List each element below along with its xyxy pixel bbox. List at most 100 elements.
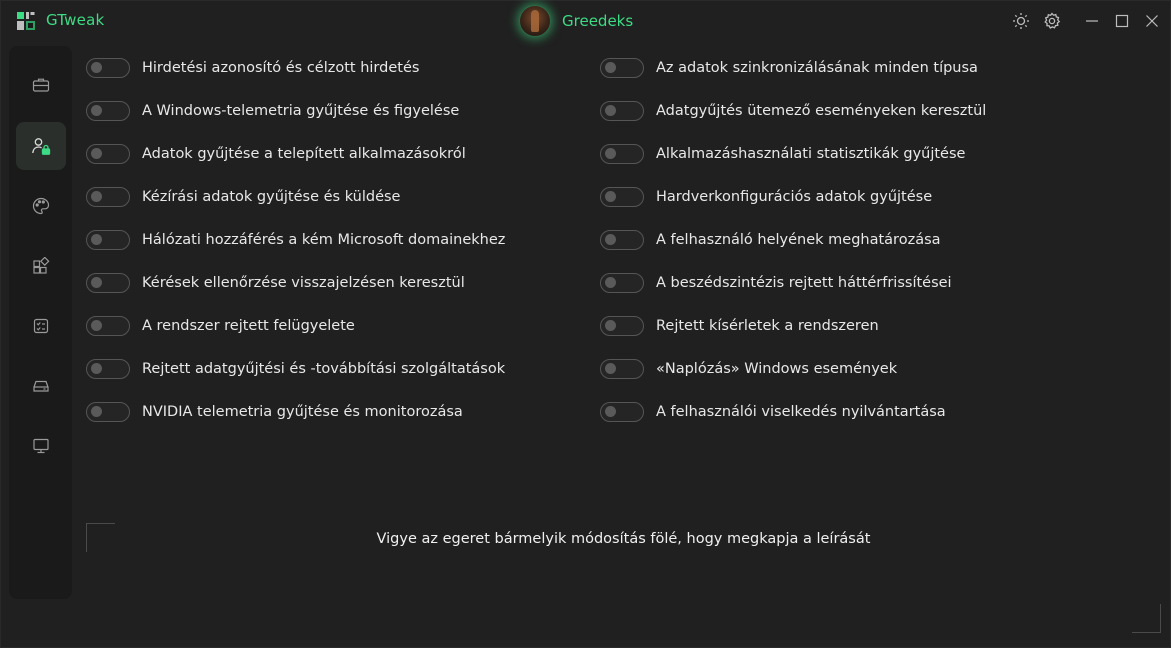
username: Greedeks [562,12,634,30]
toggle-label: Hardverkonfigurációs adatok gyűjtése [656,189,933,205]
toggle-label: A beszédszintézis rejtett háttérfrissíté… [656,275,952,291]
drive-icon [33,380,49,392]
toggle-knob [91,363,102,374]
toggle-label: Rejtett kísérletek a rendszeren [656,318,879,334]
toggle-knob [605,62,616,73]
toggle-label: Rejtett adatgyűjtési és -továbbítási szo… [142,361,506,377]
close-button[interactable] [1142,11,1162,31]
toggle-label: Kérések ellenőrzése visszajelzésen keres… [142,275,465,291]
toggle-knob [91,148,102,159]
toggle-knob [605,191,616,202]
toggle-label: «Naplózás» Windows események [656,361,898,377]
title-bar[interactable]: GTweak Greedeks [1,1,1170,41]
toggle-row-left-8[interactable]: Rejtett adatgyűjtési és -továbbítási szo… [86,358,505,380]
settings-button[interactable] [1042,11,1062,31]
sidebar-item-services[interactable] [16,302,66,350]
toggle-switch[interactable] [600,144,644,164]
toggle-knob [605,277,616,288]
sidebar-nav [9,46,72,599]
toggle-knob [605,406,616,417]
toggle-knob [605,148,616,159]
sidebar-item-privacy[interactable] [16,122,66,170]
toggle-switch[interactable] [86,273,130,293]
maximize-icon [1115,14,1129,28]
toggle-label: Adatok gyűjtése a telepített alkalmazáso… [142,146,466,162]
toggle-label: NVIDIA telemetria gyűjtése és monitorozá… [142,404,463,420]
sidebar-item-personalization[interactable] [16,182,66,230]
app-title: GTweak [46,11,105,29]
toggle-knob [91,277,102,288]
close-icon [1146,15,1158,27]
toggle-row-right-1[interactable]: Az adatok szinkronizálásának minden típu… [600,57,978,79]
toggle-switch[interactable] [86,101,130,121]
toggle-switch[interactable] [600,101,644,121]
avatar[interactable] [519,5,551,37]
briefcase-icon [32,78,50,92]
toggle-switch[interactable] [600,230,644,250]
toggle-row-left-1[interactable]: Hirdetési azonosító és célzott hirdetés [86,57,419,79]
toggle-label: A felhasználó helyének meghatározása [656,232,941,248]
toggle-knob [605,320,616,331]
toggle-label: Az adatok szinkronizálásának minden típu… [656,60,978,76]
sidebar-item-system-info[interactable] [16,422,66,470]
toggle-row-right-8[interactable]: «Naplózás» Windows események [600,358,897,380]
description-corner-bottom-right [1132,604,1161,633]
toggle-switch[interactable] [600,58,644,78]
toggle-row-right-2[interactable]: Adatgyűjtés ütemező eseményeken keresztü… [600,100,986,122]
toggle-row-right-9[interactable]: A felhasználói viselkedés nyilvántartása [600,401,946,423]
toggle-switch[interactable] [600,187,644,207]
toggle-row-left-4[interactable]: Kézírási adatok gyűjtése és küldése [86,186,400,208]
description-text: Vigye az egeret bármelyik módosítás fölé… [376,531,871,547]
toggle-switch[interactable] [600,316,644,336]
toggle-label: Adatgyűjtés ütemező eseményeken keresztü… [656,103,987,119]
toggle-row-right-7[interactable]: Rejtett kísérletek a rendszeren [600,315,879,337]
minimize-button[interactable] [1082,11,1102,31]
toggle-switch[interactable] [86,316,130,336]
app-logo-icon [17,12,35,30]
toggle-row-left-9[interactable]: NVIDIA telemetria gyűjtése és monitorozá… [86,401,463,423]
toggle-row-right-5[interactable]: A felhasználó helyének meghatározása [600,229,941,251]
toggle-knob [91,62,102,73]
minimize-icon [1086,20,1098,22]
toggle-switch[interactable] [86,230,130,250]
sun-icon [1013,13,1029,29]
toggle-label: Hirdetési azonosító és célzott hirdetés [142,60,420,76]
maximize-button[interactable] [1112,11,1132,31]
toggle-label: Hálózati hozzáférés a kém Microsoft doma… [142,232,506,248]
toggle-row-right-3[interactable]: Alkalmazáshasználati statisztikák gyűjté… [600,143,965,165]
toggle-row-left-6[interactable]: Kérések ellenőrzése visszajelzésen keres… [86,272,465,294]
toggle-knob [605,105,616,116]
toggle-switch[interactable] [86,187,130,207]
theme-toggle-button[interactable] [1011,11,1031,31]
toggle-label: A rendszer rejtett felügyelete [142,318,355,334]
sidebar-item-applications[interactable] [16,242,66,290]
toggle-switch[interactable] [600,359,644,379]
toggle-knob [605,234,616,245]
apps-icon [33,257,50,274]
toggle-row-left-5[interactable]: Hálózati hozzáférés a kém Microsoft doma… [86,229,505,251]
toggle-row-right-6[interactable]: A beszédszintézis rejtett háttérfrissíté… [600,272,952,294]
toggle-label: Alkalmazáshasználati statisztikák gyűjté… [656,146,966,162]
toggle-label: A Windows-telemetria gyűjtése és figyelé… [142,103,460,119]
toggle-knob [91,105,102,116]
palette-icon [32,197,50,215]
toggle-label: A felhasználói viselkedés nyilvántartása [656,404,946,420]
sidebar-item-system[interactable] [16,61,66,109]
toggle-switch[interactable] [86,359,130,379]
toggle-knob [91,406,102,417]
toggle-knob [605,363,616,374]
user-profile[interactable]: Greedeks [519,5,633,37]
monitor-icon [33,438,49,454]
toggle-switch[interactable] [86,402,130,422]
toggle-switch[interactable] [600,273,644,293]
toggle-row-right-4[interactable]: Hardverkonfigurációs adatok gyűjtése [600,186,932,208]
toggle-switch[interactable] [86,144,130,164]
sidebar-item-storage[interactable] [16,362,66,410]
toggle-switch[interactable] [600,402,644,422]
toggle-row-left-2[interactable]: A Windows-telemetria gyűjtése és figyelé… [86,100,459,122]
toggle-knob [91,234,102,245]
toggle-row-left-3[interactable]: Adatok gyűjtése a telepített alkalmazáso… [86,143,466,165]
user-privacy-lock-icon [32,138,51,155]
toggle-switch[interactable] [86,58,130,78]
toggle-row-left-7[interactable]: A rendszer rejtett felügyelete [86,315,355,337]
